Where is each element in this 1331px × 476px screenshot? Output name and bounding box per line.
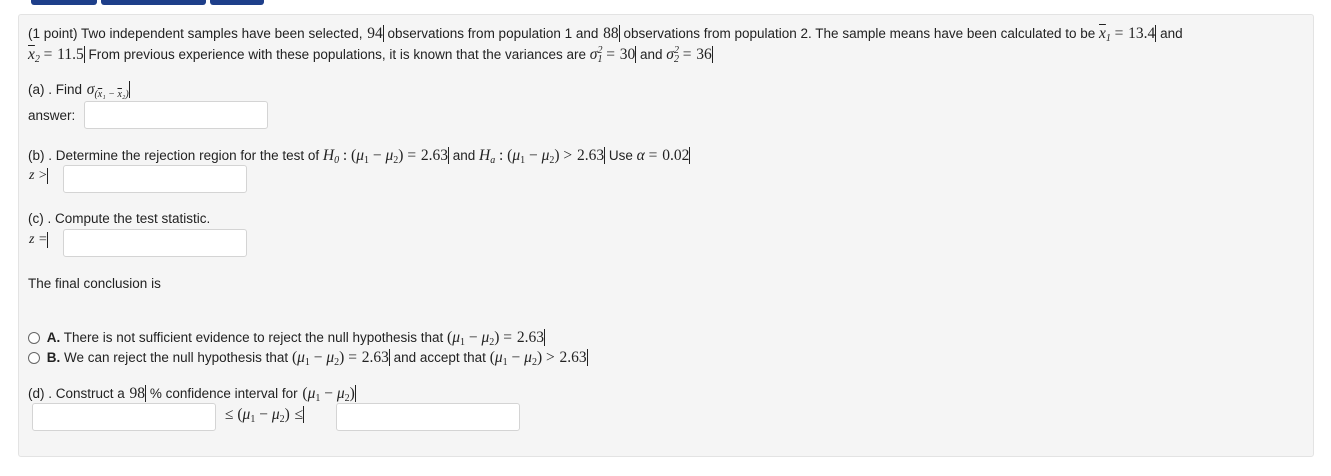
problem-panel: (1 point) Two independent samples have b… — [18, 14, 1314, 457]
option-b-value: 2.63 — [361, 349, 390, 366]
ci-inequality: ≤ (μ1 − μ2) ≤ — [225, 406, 305, 425]
part-a-question: (a) . Find σ(x₁ − x₂) — [28, 81, 130, 100]
ha-symbol: Ha — [479, 147, 496, 166]
option-a-text: There is not sufficient evidence to reje… — [63, 330, 444, 345]
option-b-radio[interactable] — [28, 352, 40, 364]
part-b-label: (b) . Determine the rejection region for… — [28, 148, 320, 163]
confidence-value: 98 — [129, 385, 147, 402]
xbar2-symbol: x2 — [28, 46, 40, 65]
part-b-question: (b) . Determine the rejection region for… — [28, 147, 691, 166]
problem-line-1: (1 point) Two independent samples have b… — [28, 25, 1183, 44]
xbar1-symbol: x1 — [1099, 25, 1111, 44]
var2-symbol: σ22 — [666, 45, 679, 65]
alpha-value: 0.02 — [662, 147, 691, 164]
part-d-question: (d) . Construct a 98 % confidence interv… — [28, 385, 356, 404]
and-text-2: and — [639, 47, 663, 62]
part-b-answer-input[interactable] — [63, 165, 247, 193]
option-a-value: 2.63 — [516, 329, 545, 346]
xbar2-value: 11.5 — [57, 46, 85, 63]
n2-value: 88 — [603, 25, 620, 42]
option-a[interactable]: A. There is not sufficient evidence to r… — [28, 329, 545, 348]
ci-upper-input[interactable] — [336, 403, 520, 431]
part-d-label-a: (d) . Construct a — [28, 386, 125, 401]
option-b-value2: 2.63 — [559, 349, 588, 366]
part-b-and: and — [452, 148, 476, 163]
h0-value: 2.63 — [420, 147, 449, 164]
ha-value: 2.63 — [576, 147, 606, 164]
nav-tab-1[interactable] — [31, 0, 97, 5]
problem-line-2: x2 = 11.5 From previous experience with … — [28, 45, 713, 65]
part-a-label: (a) . Find — [28, 82, 83, 97]
intro-text-d: From previous experience with these popu… — [88, 47, 587, 62]
h0-symbol: H0 — [322, 147, 340, 166]
conclusion-label: The final conclusion is — [28, 276, 161, 291]
nav-tab-3[interactable] — [210, 0, 264, 5]
nav-tab-2[interactable] — [101, 0, 206, 5]
option-b-text: We can reject the null hypothesis that — [64, 350, 289, 365]
and-text: and — [1160, 26, 1183, 41]
var1-value: 30 — [619, 46, 637, 63]
intro-text-a: (1 point) Two independent samples have b… — [28, 26, 363, 41]
var2-value: 36 — [696, 46, 713, 63]
ci-lower-input[interactable] — [32, 403, 216, 431]
intro-text-b: observations from population 1 and — [387, 26, 599, 41]
option-a-letter: A. — [46, 330, 61, 345]
var1-symbol: σ21 — [589, 45, 603, 65]
xbar1-value: 13.4 — [1128, 25, 1157, 42]
intro-text-c: observations from population 2. The samp… — [623, 26, 1096, 41]
part-c-answer-input[interactable] — [63, 229, 247, 257]
part-c-label: (c) . Compute the test statistic. — [28, 211, 211, 226]
option-b-letter: B. — [46, 350, 61, 365]
part-c-z-label: z = — [29, 232, 49, 248]
n1-value: 94 — [367, 25, 384, 42]
part-b-z-label: z > — [29, 168, 49, 184]
option-b-and: and accept that — [393, 350, 486, 365]
sigma-diff-symbol: σ(x₁ − x₂) — [86, 81, 130, 100]
part-b-use: Use — [608, 148, 633, 163]
part-a-answer-input[interactable] — [84, 101, 268, 129]
part-d-label-b: % confidence interval for — [149, 386, 298, 401]
option-b[interactable]: B. We can reject the null hypothesis tha… — [28, 349, 588, 368]
option-a-radio[interactable] — [28, 332, 40, 344]
part-a-answer-label: answer: — [28, 108, 76, 123]
